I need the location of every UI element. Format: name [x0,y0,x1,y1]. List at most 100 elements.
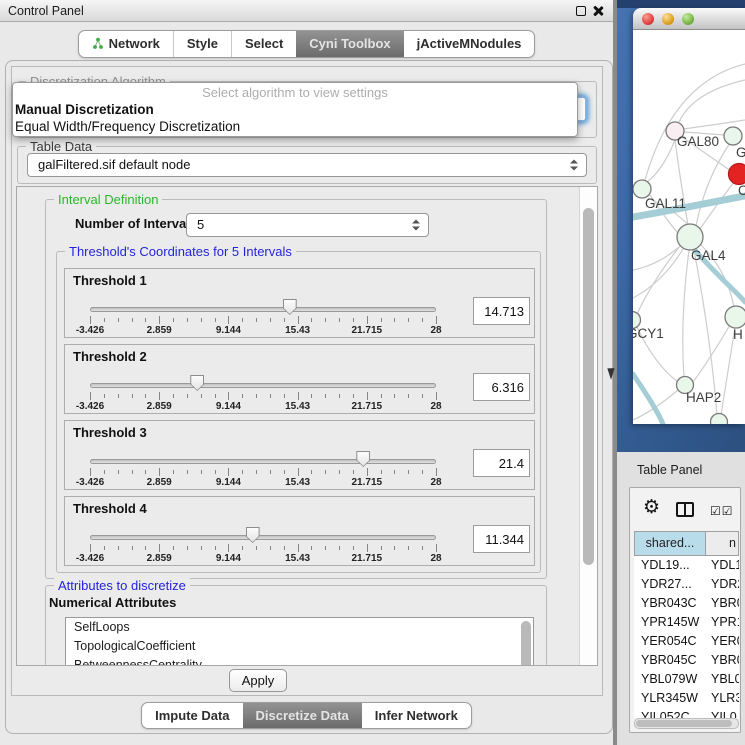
close-traffic-light[interactable] [642,13,654,25]
network-view-window: GAL80 GA C GAL11 GAL4 GCY1 H HAP2 [633,8,745,424]
tab-label: Impute Data [155,708,229,723]
intervals-select[interactable]: 5 [186,213,429,237]
node-bottom-partial[interactable] [711,414,728,425]
threshold-slider-thumb[interactable] [283,299,297,315]
algorithm-option[interactable]: Manual Discretization [13,101,577,118]
zoom-traffic-light[interactable] [682,13,694,25]
table-row[interactable]: YLR345WYLR3 [634,689,739,708]
attribute-item[interactable]: TopologicalCoefficient [66,637,533,656]
column-header-name[interactable]: n [706,532,738,555]
panel-title: Control Panel [8,4,84,18]
slider-ticks [90,468,436,477]
threshold-slider-thumb[interactable] [356,451,370,467]
network-graph: GAL80 GA C GAL11 GAL4 GCY1 H HAP2 [633,30,745,424]
node-red-selected[interactable] [729,164,745,185]
attribute-item[interactable]: BetweennessCentrality [66,656,533,666]
table-hscrollbar-thumb[interactable] [636,720,732,727]
table-row[interactable]: YIL052CYIL0 [634,708,739,718]
slider-ticks [90,392,436,401]
table-row[interactable]: YBL079WYBL0 [634,670,739,689]
slider-tick-labels: -3.4262.8599.14415.4321.71528 [90,325,436,337]
algorithm-option[interactable]: Equal Width/Frequency Discretization [13,118,577,135]
tab-network[interactable]: Network [79,31,173,57]
thresholds-group-title: Threshold's Coordinates for 5 Intervals [65,244,296,259]
scrollbar-thumb[interactable] [583,208,594,565]
threshold-slider-track[interactable] [90,383,436,388]
node-h[interactable] [725,306,745,328]
application-window: Control Panel NetworkStyle Select Cyni Too… [0,0,745,745]
control-panel-titlebar: Control Panel [0,0,613,22]
combo-arrows-icon [570,160,578,171]
table-row[interactable]: YDR27...YDR2 [634,575,739,594]
cell-name: YER0 [705,632,739,651]
gear-icon[interactable]: ⚙ [643,496,660,519]
column-header-shared[interactable]: shared... [635,532,706,555]
settings-scrollbar[interactable] [579,187,597,665]
attribute-item[interactable]: SelfLoops [66,618,533,637]
tab-infer-network[interactable]: Infer Network [362,703,471,728]
attributes-group-title: Attributes to discretize [54,578,190,593]
cell-shared-name: YDR27... [634,575,705,594]
table-row[interactable]: YER054CYER0 [634,632,739,651]
minimize-traffic-light[interactable] [662,13,674,25]
threshold-slider-thumb[interactable] [246,527,260,543]
split-view-icon[interactable] [676,502,694,517]
tab-label: jActiveMNodules [417,36,522,51]
tab-label: Select [245,36,283,51]
cell-name: YDR2 [705,575,739,594]
cell-shared-name: YBR045C [634,651,705,670]
dropdown-prompt: Select algorithm to view settings [13,83,577,101]
threshold-value-input[interactable] [473,297,530,325]
threshold-value-input[interactable] [473,373,530,401]
cell-shared-name: YDL19... [634,556,705,575]
threshold-slider-thumb[interactable] [190,375,204,391]
node-gal4[interactable] [677,224,703,250]
tab-cyni-toolbox[interactable]: Cyni Toolbox [296,31,403,57]
tab-jactivemnodules[interactable]: jActiveMNodules [404,31,535,57]
table-row[interactable]: YDL19...YDL1 [634,556,739,575]
slider-ticks [90,544,436,553]
label-partial-right: C [738,183,745,198]
intervals-label: Number of Intervals [75,216,197,231]
threshold-value-input[interactable] [473,449,530,477]
tab-style[interactable]: Style [173,31,231,57]
table-row[interactable]: YPR145WYPR1 [634,613,739,632]
slider-tick-labels: -3.4262.8599.14415.4321.71528 [90,401,436,413]
tab-impute-data[interactable]: Impute Data [142,703,242,728]
attributes-list-scrollbar[interactable] [521,621,531,666]
float-window-icon[interactable] [576,6,586,16]
table-data-select[interactable]: galFiltered.sif default node [27,153,587,177]
network-icon [92,37,104,50]
settings-scrollpane: Interval Definition Number of Intervals … [16,186,598,666]
checkbox-columns-icon[interactable]: ☑☑ [710,504,734,518]
threshold-row: Threshold 2-3.4262.8599.14415.4321.71528 [64,344,535,414]
apply-button[interactable]: Apply [229,669,287,692]
table-hscrollbar[interactable] [634,718,739,729]
dropdown-options: Manual DiscretizationEqual Width/Frequen… [13,101,577,135]
tab-discretize-data[interactable]: Discretize Data [243,703,362,728]
threshold-slider-track[interactable] [90,535,436,540]
label-gal11: GAL11 [645,196,686,211]
attributes-list: SelfLoopsTopologicalCoefficientBetweenne… [65,617,534,666]
intervals-value: 5 [197,217,204,232]
table-row[interactable]: YBR045CYBR0 [634,651,739,670]
interval-definition-title: Interval Definition [54,192,162,207]
cell-shared-name: YER054C [634,632,705,651]
node-partial-top[interactable] [724,127,742,145]
close-icon[interactable] [593,6,603,16]
threshold-slider-track[interactable] [90,307,436,312]
network-window-titlebar[interactable] [633,8,745,30]
table-panel-body: ⚙ ☑☑ shared... n YDL19...YDL1YDR27...YDR… [629,487,741,733]
tab-select[interactable]: Select [231,31,296,57]
label-hap2: HAP2 [686,390,721,405]
table-header-row: shared... n [634,531,739,556]
cell-name: YLR3 [705,689,739,708]
threshold-row: Threshold 3-3.4262.8599.14415.4321.71528 [64,420,535,490]
threshold-value-input[interactable] [473,525,530,553]
label-gal80: GAL80 [677,134,719,149]
table-row[interactable]: YBR043CYBR0 [634,594,739,613]
network-canvas[interactable]: GAL80 GA C GAL11 GAL4 GCY1 H HAP2 [633,30,745,424]
threshold-slider-track[interactable] [90,459,436,464]
cell-shared-name: YBR043C [634,594,705,613]
label-h: H [733,327,743,342]
